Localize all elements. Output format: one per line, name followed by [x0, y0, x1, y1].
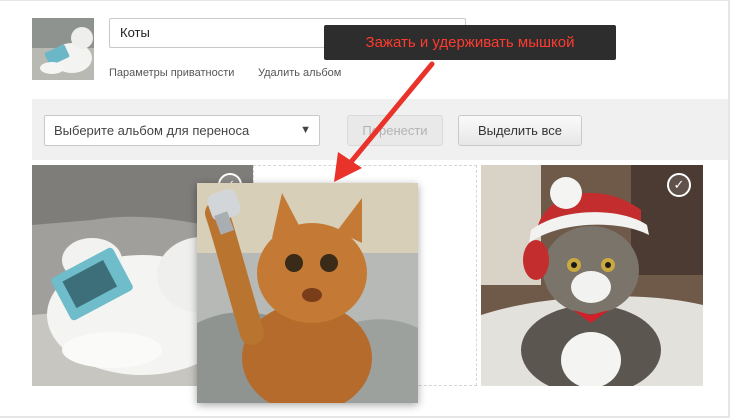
move-button[interactable]: Перенести [347, 115, 443, 146]
frame-top-border [0, 0, 730, 1]
album-cover-thumbnail[interactable] [32, 18, 94, 80]
photo-tile[interactable] [481, 165, 703, 386]
dragged-photo[interactable] [197, 183, 418, 403]
privacy-settings-link[interactable]: Параметры приватности [109, 67, 234, 79]
delete-album-link[interactable]: Удалить альбом [258, 67, 341, 79]
drag-hint-tooltip: Зажать и удерживать мышкой [324, 25, 616, 60]
target-album-select[interactable]: Выберите альбом для переноса ▼ [44, 115, 320, 146]
select-all-button[interactable]: Выделить все [458, 115, 582, 146]
check-icon[interactable]: ✓ [667, 173, 691, 197]
target-album-select-label: Выберите альбом для переноса [54, 123, 250, 138]
chevron-down-icon: ▼ [300, 124, 311, 136]
